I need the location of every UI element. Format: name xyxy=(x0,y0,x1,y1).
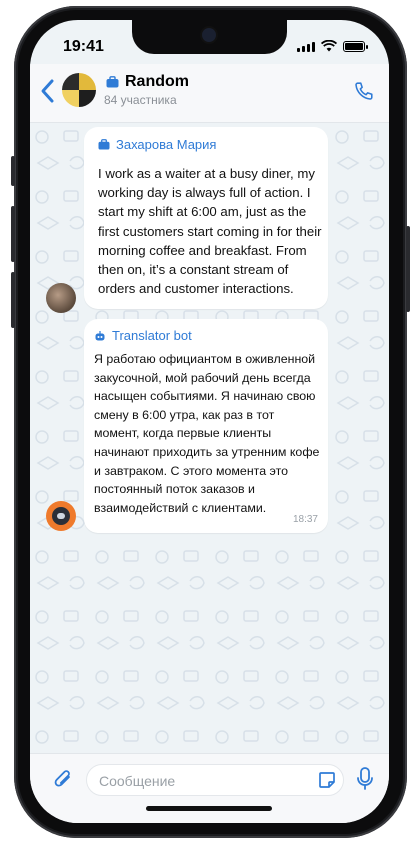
group-title: Random xyxy=(125,73,189,90)
phone-call-icon[interactable] xyxy=(353,80,375,102)
group-avatar[interactable] xyxy=(62,73,96,107)
robot-icon xyxy=(95,330,105,340)
status-time: 19:41 xyxy=(63,38,104,55)
notch xyxy=(132,20,287,54)
side-button xyxy=(11,156,15,186)
side-button xyxy=(11,272,15,328)
signal-icon xyxy=(297,42,315,52)
message-sender: Захарова Мария xyxy=(98,137,216,152)
message-time: 18:37 xyxy=(292,514,318,525)
chat-header: Random 84 участника xyxy=(30,64,389,123)
camera xyxy=(202,28,216,42)
paperclip-icon[interactable] xyxy=(52,768,74,792)
message-input[interactable] xyxy=(87,765,301,797)
message-sender-name: Захарова Мария xyxy=(116,137,217,152)
bot-avatar[interactable] xyxy=(46,501,76,531)
robot-icon xyxy=(52,507,70,525)
message-composer xyxy=(30,753,389,823)
wifi-icon xyxy=(321,40,337,52)
back-arrow-icon[interactable] xyxy=(38,76,58,106)
home-indicator xyxy=(146,806,272,811)
battery-icon xyxy=(343,41,368,52)
message-sender: Translator bot xyxy=(94,328,192,343)
group-member-count: 84 участника xyxy=(104,93,177,107)
avatar[interactable] xyxy=(46,283,76,313)
chat-area[interactable]: Захарова Мария I work as a waiter at a b… xyxy=(30,123,389,753)
status-icons xyxy=(297,40,368,52)
side-button xyxy=(406,226,410,312)
phone-screen: 19:41 Random 84 участника Захарова Мария… xyxy=(30,20,389,823)
briefcase-icon xyxy=(106,76,119,88)
message-bubble[interactable]: Захарова Мария I work as a waiter at a b… xyxy=(84,127,328,309)
briefcase-icon xyxy=(98,139,110,150)
message-bubble[interactable]: Translator bot Я работаю официантом в ож… xyxy=(84,319,328,533)
message-sender-name: Translator bot xyxy=(112,328,192,343)
message-field[interactable] xyxy=(86,764,344,797)
microphone-icon[interactable] xyxy=(355,766,375,792)
message-text: Я работаю официантом в оживленной закусо… xyxy=(94,352,320,515)
side-button xyxy=(11,206,15,262)
message-text: I work as a waiter at a busy diner, my w… xyxy=(98,166,322,297)
sticker-icon[interactable] xyxy=(317,770,337,790)
group-title-row[interactable]: Random xyxy=(106,73,189,91)
